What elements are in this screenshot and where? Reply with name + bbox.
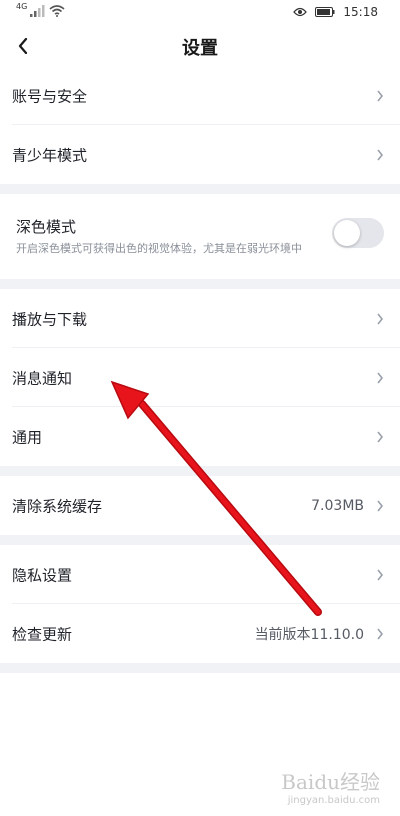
dark-mode-toggle[interactable] bbox=[332, 218, 384, 248]
status-right: 15:18 bbox=[293, 5, 378, 19]
chevron-right-icon bbox=[377, 569, 384, 580]
settings-row-account-security[interactable]: 账号与安全 bbox=[0, 66, 400, 125]
row-label: 隐私设置 bbox=[12, 566, 73, 584]
status-bar: 4G 15:18 bbox=[0, 0, 400, 26]
settings-row-notifications[interactable]: 消息通知 bbox=[0, 348, 400, 407]
eye-icon bbox=[293, 7, 308, 17]
chevron-right-icon bbox=[377, 431, 384, 442]
row-label: 青少年模式 bbox=[12, 146, 88, 164]
chevron-right-icon bbox=[377, 500, 384, 511]
dark-mode-label: 深色模式 bbox=[16, 218, 77, 236]
watermark-url: jingyan.baidu.com bbox=[287, 795, 380, 806]
nav-bar: 设置 bbox=[0, 26, 400, 66]
row-label: 账号与安全 bbox=[12, 87, 88, 105]
settings-row-playback-download[interactable]: 播放与下载 bbox=[0, 289, 400, 348]
version-value: 当前版本11.10.0 bbox=[254, 626, 364, 643]
status-time: 15:18 bbox=[343, 5, 378, 19]
wifi-icon bbox=[49, 5, 65, 17]
watermark-logo: Baidu经验 bbox=[281, 770, 380, 794]
section-gap bbox=[0, 663, 400, 673]
row-label: 通用 bbox=[12, 428, 43, 446]
chevron-right-icon bbox=[377, 149, 384, 160]
chevron-right-icon bbox=[377, 90, 384, 101]
battery-icon bbox=[315, 7, 335, 17]
section-gap bbox=[0, 184, 400, 194]
section-gap bbox=[0, 279, 400, 289]
section-gap bbox=[0, 466, 400, 476]
settings-row-teen-mode[interactable]: 青少年模式 bbox=[0, 125, 400, 184]
cache-size-value: 7.03MB bbox=[311, 497, 364, 514]
signal-label: 4G bbox=[16, 2, 28, 11]
page-title: 设置 bbox=[182, 38, 218, 59]
settings-row-general[interactable]: 通用 bbox=[0, 407, 400, 466]
watermark: Baidu经验 jingyan.baidu.com bbox=[281, 766, 380, 806]
toggle-knob bbox=[334, 220, 360, 246]
settings-row-privacy[interactable]: 隐私设置 bbox=[0, 545, 400, 604]
dark-mode-description: 开启深色模式可获得出色的视觉体验，尤其是在弱光环境中 bbox=[16, 242, 302, 255]
section-gap bbox=[0, 535, 400, 545]
row-label: 消息通知 bbox=[12, 369, 73, 387]
row-label: 检查更新 bbox=[12, 625, 73, 643]
settings-row-clear-cache[interactable]: 清除系统缓存 7.03MB bbox=[0, 476, 400, 535]
chevron-right-icon bbox=[377, 372, 384, 383]
settings-row-dark-mode: 深色模式 开启深色模式可获得出色的视觉体验，尤其是在弱光环境中 bbox=[0, 194, 400, 279]
settings-list: 账号与安全 青少年模式 深色模式 开启深色模式可获得出色的视觉体验，尤其是在弱光… bbox=[0, 66, 400, 673]
row-label: 清除系统缓存 bbox=[12, 497, 103, 515]
status-left: 4G bbox=[16, 2, 65, 17]
chevron-right-icon bbox=[377, 628, 384, 639]
settings-row-check-update[interactable]: 检查更新 当前版本11.10.0 bbox=[0, 604, 400, 663]
chevron-right-icon bbox=[377, 313, 384, 324]
row-label: 播放与下载 bbox=[12, 310, 88, 328]
signal-icon bbox=[30, 5, 45, 17]
